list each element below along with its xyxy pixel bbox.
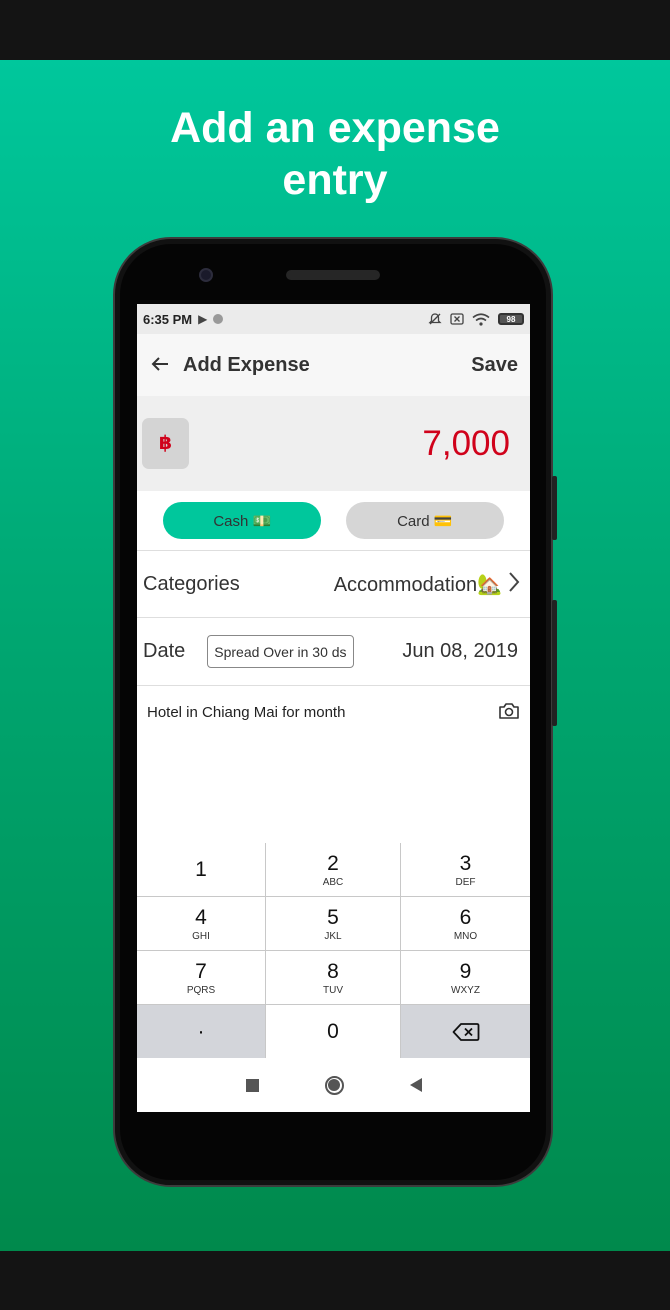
- date-label: Date: [143, 640, 186, 662]
- amount-display[interactable]: 7,000: [422, 424, 510, 464]
- key-letters: ABC: [322, 876, 344, 888]
- date-picker-value[interactable]: Jun 08, 2019: [402, 640, 518, 663]
- status-bar: 6:35 PM ▶ 98: [137, 304, 530, 334]
- category-label: Categories: [143, 572, 240, 595]
- top-letterbox: [0, 0, 670, 60]
- back-arrow-icon[interactable]: [137, 352, 183, 378]
- key-1[interactable]: 1: [137, 843, 265, 896]
- key-5[interactable]: 5 JKL: [266, 897, 400, 950]
- camera-icon[interactable]: [498, 702, 520, 725]
- bottom-letterbox: [0, 1251, 670, 1310]
- key-letters: MNO: [453, 930, 478, 942]
- key-letters: GHI: [192, 930, 210, 942]
- key-4[interactable]: 4 GHI: [137, 897, 265, 950]
- recents-button-icon[interactable]: [245, 1078, 259, 1092]
- promo-headline-line-2: entry: [282, 156, 388, 204]
- key-letters: JKL: [324, 930, 342, 942]
- phone-screen: 6:35 PM ▶ 98 Add Expense Save ฿ 7,000 Ca…: [137, 304, 530, 1112]
- key-digit: 9: [459, 959, 472, 983]
- key-digit: 6: [459, 905, 472, 929]
- back-button-icon[interactable]: [409, 1078, 422, 1092]
- key-digit: 7: [195, 959, 207, 983]
- key-digit: 2: [327, 851, 339, 875]
- play-store-icon: ▶: [198, 312, 208, 326]
- chevron-right-icon: [508, 570, 520, 598]
- key-digit: 8: [327, 959, 339, 983]
- key-9[interactable]: 9 WXYZ: [401, 951, 530, 1004]
- status-time: 6:35 PM: [143, 311, 193, 327]
- key-letters: DEF: [455, 876, 476, 888]
- backspace-icon: [452, 1022, 479, 1041]
- date-row: Date Spread Over in 30 ds Jun 08, 2019: [137, 618, 530, 686]
- key-digit: 0: [327, 1019, 339, 1043]
- currency-selector-button[interactable]: ฿: [142, 418, 189, 469]
- no-sim-icon: [450, 313, 464, 325]
- wifi-icon: [472, 312, 490, 326]
- category-row[interactable]: Categories Accommodation🏡: [137, 551, 530, 618]
- key-letters: TUV: [323, 984, 343, 996]
- note-text: Hotel in Chiang Mai for month: [147, 704, 346, 721]
- key-3[interactable]: 3 DEF: [401, 843, 530, 896]
- key-2[interactable]: 2 ABC: [266, 843, 400, 896]
- card-button[interactable]: Card 💳: [345, 502, 504, 539]
- front-camera: [199, 268, 213, 282]
- key-digit: ·: [197, 1019, 205, 1043]
- home-button-icon[interactable]: [324, 1075, 344, 1095]
- notifications-off-icon: [428, 313, 442, 325]
- cash-button[interactable]: Cash 💵: [163, 502, 322, 539]
- key-digit: 3: [459, 851, 472, 875]
- earpiece-speaker: [286, 270, 380, 280]
- payment-method-selector: Cash 💵 Card 💳: [137, 491, 530, 551]
- key-decimal[interactable]: ·: [137, 1005, 265, 1058]
- key-backspace[interactable]: [401, 1005, 530, 1058]
- battery-icon: 98: [498, 313, 524, 325]
- battery-level: 98: [506, 314, 516, 324]
- key-letters: PQRS: [186, 984, 216, 996]
- page-title: Add Expense: [183, 353, 310, 376]
- key-8[interactable]: 8 TUV: [266, 951, 400, 1004]
- key-digit: 4: [195, 905, 207, 929]
- status-right-icons: 98: [428, 312, 524, 326]
- promo-headline: Add an expense entry: [0, 102, 670, 206]
- amount-row: ฿ 7,000: [137, 396, 530, 491]
- app-bar: Add Expense Save: [137, 334, 530, 396]
- category-value: Accommodation🏡: [333, 573, 502, 596]
- key-0[interactable]: 0: [266, 1005, 400, 1058]
- save-button[interactable]: Save: [471, 354, 518, 377]
- key-letters: WXYZ: [451, 984, 480, 996]
- numeric-keypad: 1 2 ABC 3 DEF 4 GHI 5 JKL 6 MNO 7 PQRS 8 TUV 9W…: [137, 843, 530, 1058]
- promo-headline-line-1: Add an expense: [170, 104, 500, 152]
- system-nav-bar: [137, 1058, 530, 1112]
- notification-dot-icon: [213, 314, 224, 324]
- note-field[interactable]: Hotel in Chiang Mai for month: [137, 686, 530, 843]
- phone-volume-button: [552, 600, 557, 726]
- spread-over-button[interactable]: Spread Over in 30 ds: [207, 635, 354, 668]
- key-7[interactable]: 7 PQRS: [137, 951, 265, 1004]
- currency-symbol: ฿: [158, 433, 173, 454]
- key-digit: 1: [195, 857, 207, 881]
- phone-side-button: [552, 476, 557, 540]
- key-6[interactable]: 6 MNO: [401, 897, 530, 950]
- key-digit: 5: [327, 905, 339, 929]
